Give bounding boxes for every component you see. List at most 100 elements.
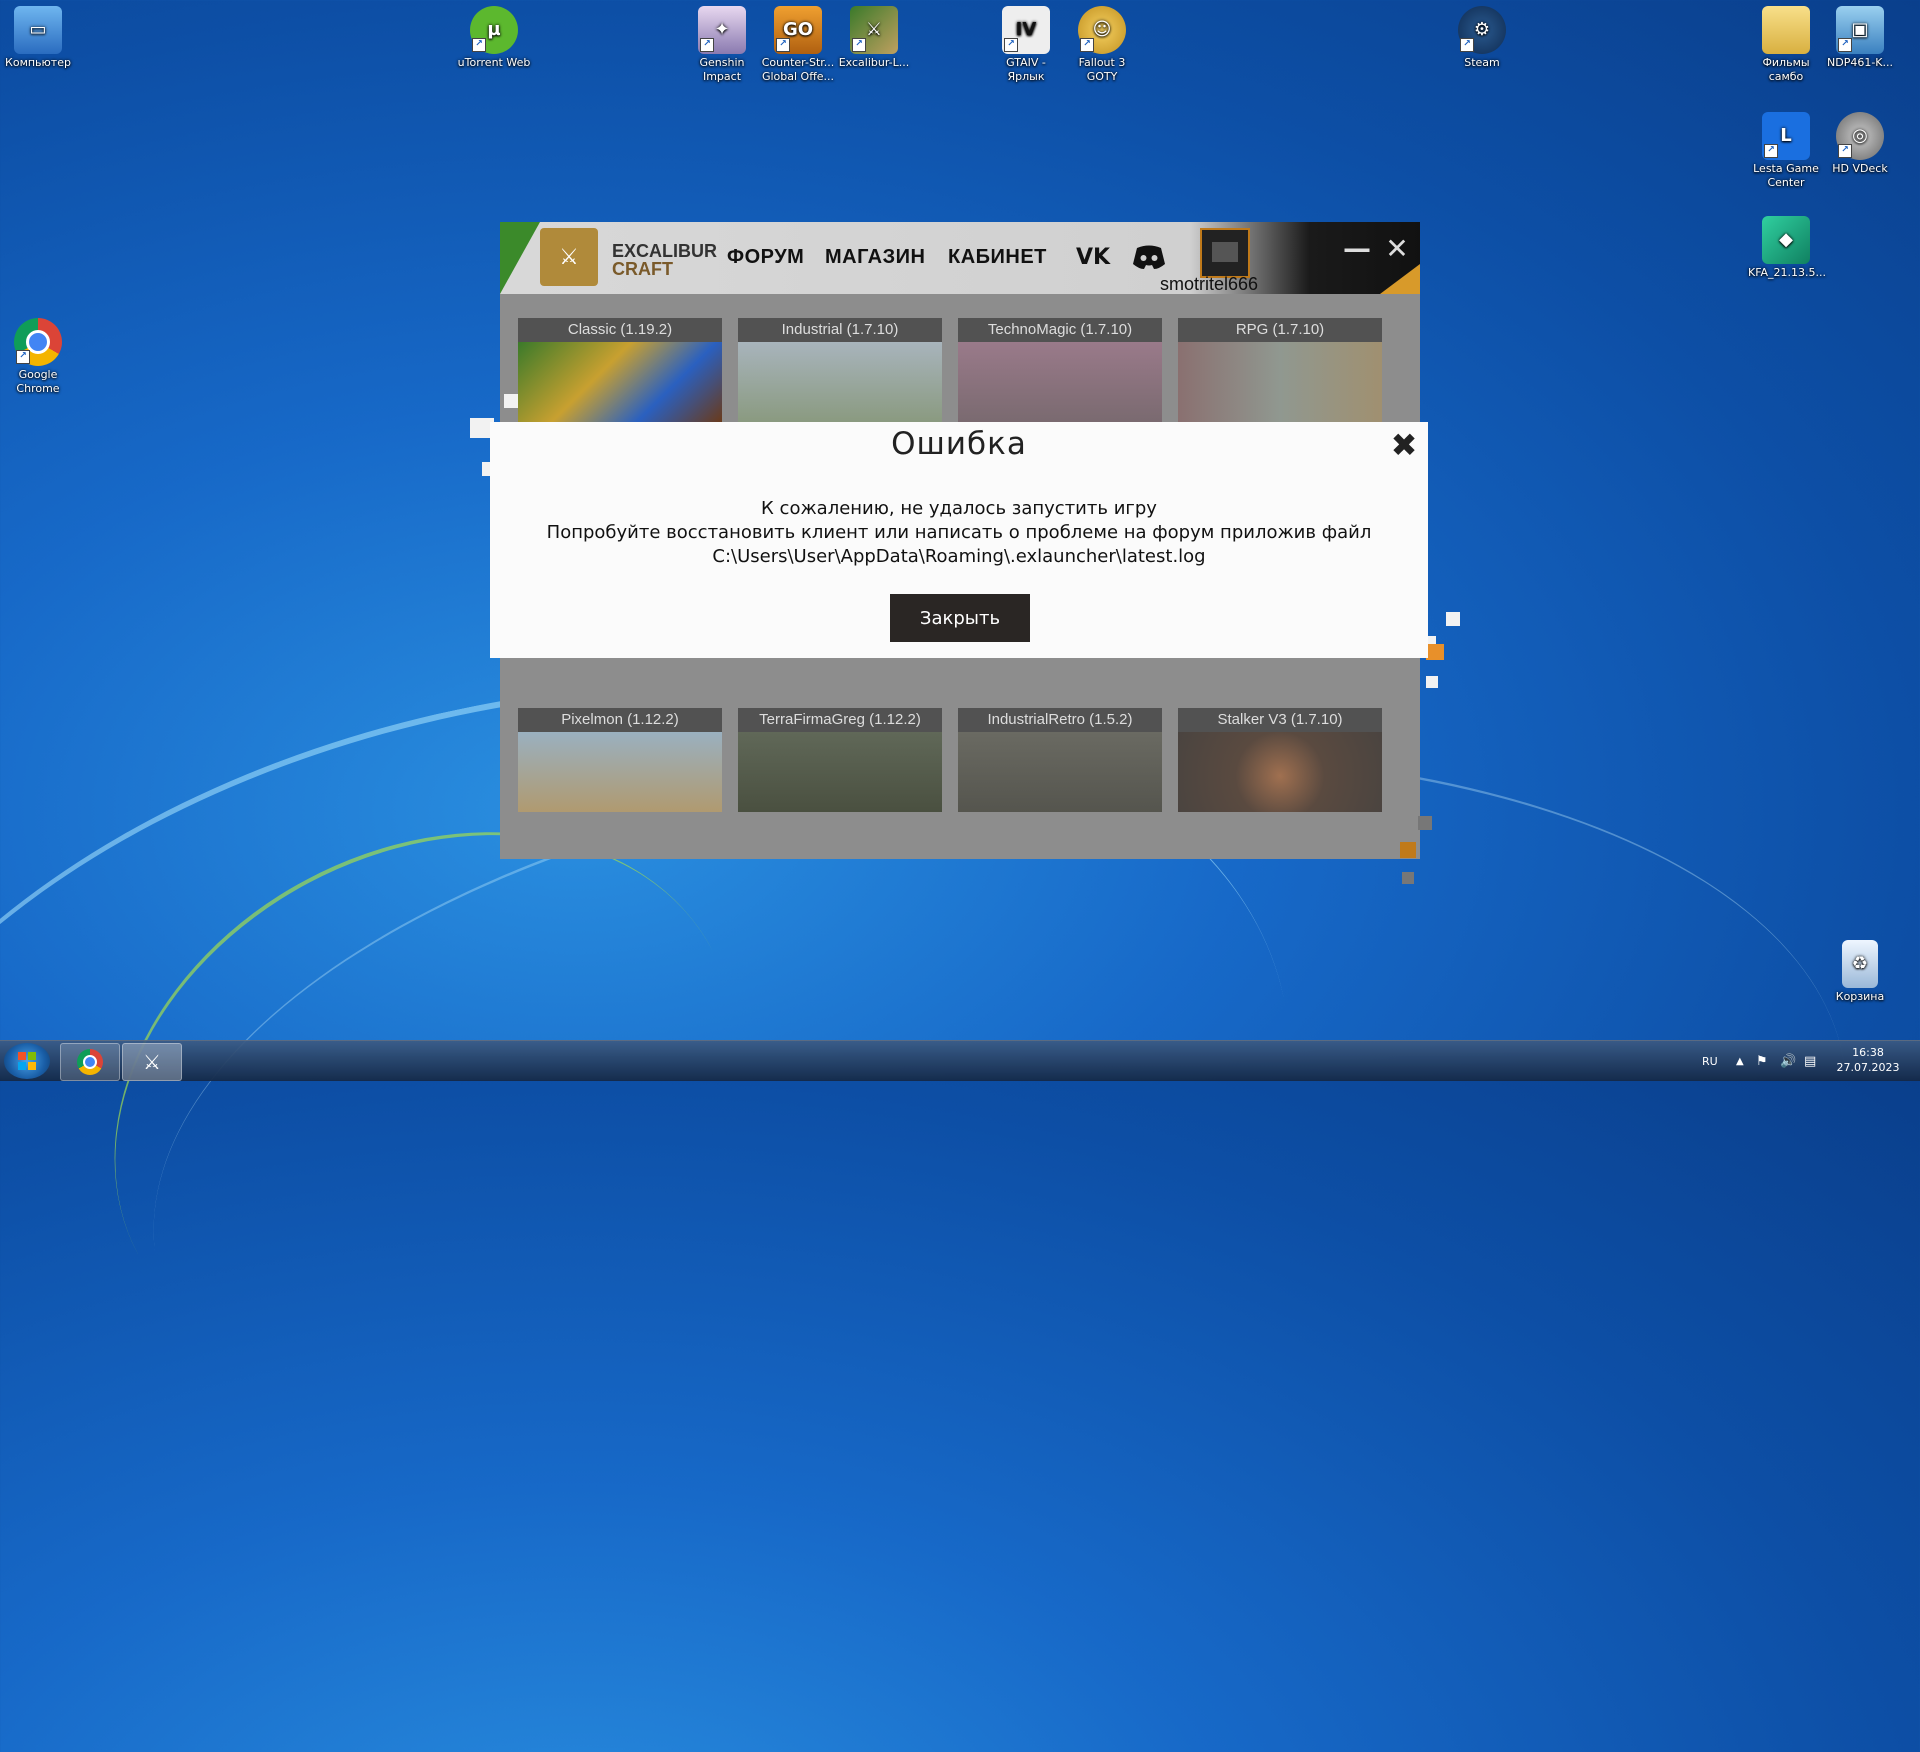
disc-icon: ◎ ↗ [1836,112,1884,160]
server-tile-label: RPG (1.7.10) [1178,318,1382,342]
package-icon: ◆ [1762,216,1810,264]
server-tile-rpg[interactable]: RPG (1.7.10) [1178,318,1382,422]
server-tile-label: Stalker V3 (1.7.10) [1178,708,1382,732]
vk-icon[interactable]: VK [1073,242,1113,272]
utorrent-icon: µ ↗ [470,6,518,54]
desktop-icon-ndp461[interactable]: ▣ ↗ NDP461-K... [1822,6,1898,70]
dialog-message-line-2: Попробуйте восстановить клиент или напис… [546,522,1372,543]
desktop-icon-label: Компьютер [5,56,71,69]
dialog-close-icon[interactable]: ✖ [1387,428,1421,462]
desktop-icon-gtaiv[interactable]: IV ↗ GTAIV - Ярлык [988,6,1064,84]
server-artwork [738,732,942,812]
desktop-icon-recycle-bin[interactable]: ♻ Корзина [1822,940,1898,1004]
server-tile-label: Pixelmon (1.12.2) [518,708,722,732]
decor-square [1426,644,1444,660]
discord-icon[interactable] [1129,242,1169,272]
server-tile-label: Classic (1.19.2) [518,318,722,342]
desktop-icon-label: Корзина [1835,990,1885,1003]
decor-square [1426,676,1438,688]
start-button[interactable] [4,1043,50,1079]
launcher-header: ⚔ EXCALIBUR CRAFT ФОРУМ МАГАЗИН КАБИНЕТ … [500,222,1420,294]
desktop-icon-label: uTorrent Web [457,56,531,69]
nav-cabinet[interactable]: КАБИНЕТ [948,246,1047,269]
taskbar: ⚔ RU ▲ ⚑ 🔊 ▤ 16:38 27.07.2023 [0,1040,1920,1081]
action-center-flag-icon[interactable]: ⚑ [1756,1041,1768,1081]
desktop-icon-label: Lesta Game Center [1753,162,1819,189]
server-artwork [738,342,942,422]
minimize-icon[interactable]: — [1342,234,1372,264]
taskbar-excalibur-launcher[interactable]: ⚔ [122,1043,182,1081]
desktop-icon-chrome[interactable]: ↗ Google Chrome [0,318,76,396]
server-artwork [1178,732,1382,812]
server-tile-industrial[interactable]: Industrial (1.7.10) [738,318,942,422]
desktop-icon-label: Google Chrome [16,368,60,395]
server-tile-stalker[interactable]: Stalker V3 (1.7.10) [1178,708,1382,812]
server-tile-terrafirmagreg[interactable]: TerraFirmaGreg (1.12.2) [738,708,942,812]
desktop-icon-fallout3[interactable]: ☺ ↗ Fallout 3 GOTY [1064,6,1140,84]
windows-logo-icon [18,1052,36,1070]
desktop-icon-hdvdeck[interactable]: ◎ ↗ HD VDeck [1822,112,1898,176]
nav-forum[interactable]: ФОРУМ [727,246,804,269]
header-orange-accent [1380,264,1420,294]
nav-shop[interactable]: МАГАЗИН [825,246,925,269]
server-tile-label: TechnoMagic (1.7.10) [958,318,1162,342]
desktop-icon-steam[interactable]: ⚙ ↗ Steam [1444,6,1520,70]
folder-icon [1762,6,1810,54]
excalibur-logo-icon: ⚔ [540,228,598,286]
desktop-icon-computer[interactable]: ▭ Компьютер [0,6,76,70]
computer-icon: ▭ [14,6,62,54]
user-avatar[interactable] [1200,228,1250,278]
sword-icon: ⚔ [143,1050,161,1074]
desktop-icon-label: GTAIV - Ярлык [1006,56,1046,83]
server-artwork [518,732,722,812]
sword-icon: ⚔ ↗ [850,6,898,54]
server-artwork [1178,342,1382,422]
desktop-icon-label: NDP461-K... [1827,56,1893,69]
dialog-title: Ошибка [891,426,1027,462]
decor-square [1418,816,1432,830]
server-tile-label: IndustrialRetro (1.5.2) [958,708,1162,732]
decor-square [1400,842,1416,858]
server-artwork [518,342,722,422]
desktop-icon-csgo[interactable]: GO ↗ Counter-Str... Global Offe... [760,6,836,84]
lesta-icon: L ↗ [1762,112,1810,160]
server-tile-pixelmon[interactable]: Pixelmon (1.12.2) [518,708,722,812]
installer-icon: ▣ ↗ [1836,6,1884,54]
desktop-icon-utorrent[interactable]: µ ↗ uTorrent Web [456,6,532,70]
desktop-icon-label: Фильмы самбо [1762,56,1810,83]
server-tile-technomagic[interactable]: TechnoMagic (1.7.10) [958,318,1162,422]
desktop-icon-kfa[interactable]: ◆ KFA_21.13.5... [1748,216,1826,280]
language-indicator[interactable]: RU [1702,1041,1718,1081]
server-tile-industrialretro[interactable]: IndustrialRetro (1.5.2) [958,708,1162,812]
volume-icon[interactable]: 🔊 [1780,1041,1796,1081]
server-tile-label: Industrial (1.7.10) [738,318,942,342]
gtaiv-icon: IV ↗ [1002,6,1050,54]
desktop-icon-label: Genshin Impact [699,56,745,83]
close-button[interactable]: Закрыть [890,594,1030,642]
desktop-icon-label: Counter-Str... Global Offe... [761,56,835,83]
dialog-message-line-1: К сожалению, не удалось запустить игру [761,498,1157,519]
taskbar-chrome[interactable] [60,1043,120,1081]
genshin-icon: ✦ ↗ [698,6,746,54]
server-tile-classic[interactable]: Classic (1.19.2) [518,318,722,422]
desktop-icon-genshin[interactable]: ✦ ↗ Genshin Impact [684,6,760,84]
launcher-logo-text: EXCALIBUR CRAFT [612,241,718,279]
server-artwork [958,342,1162,422]
desktop-icon-label: Fallout 3 GOTY [1078,56,1126,83]
desktop-icon-films-folder[interactable]: Фильмы самбо [1748,6,1824,84]
system-clock[interactable]: 16:38 27.07.2023 [1828,1045,1908,1075]
server-artwork [958,732,1162,812]
desktop-icon-label: HD VDeck [1832,162,1888,175]
desktop-icon-excalibur[interactable]: ⚔ ↗ Excalibur-L... [836,6,912,70]
close-icon[interactable]: ✕ [1382,234,1412,264]
dialog-log-path: C:\Users\User\AppData\Roaming\.exlaunche… [712,546,1206,567]
chrome-icon: ↗ [14,318,62,366]
username: smotritel666 [1160,274,1259,294]
decor-square [1446,612,1460,626]
decor-square [1402,872,1414,884]
error-dialog: Ошибка ✖ К сожалению, не удалось запусти… [490,422,1428,658]
network-icon[interactable]: ▤ [1804,1041,1816,1081]
steam-icon: ⚙ ↗ [1458,6,1506,54]
desktop-icon-lesta[interactable]: L ↗ Lesta Game Center [1748,112,1824,190]
tray-expand-icon[interactable]: ▲ [1736,1041,1744,1081]
